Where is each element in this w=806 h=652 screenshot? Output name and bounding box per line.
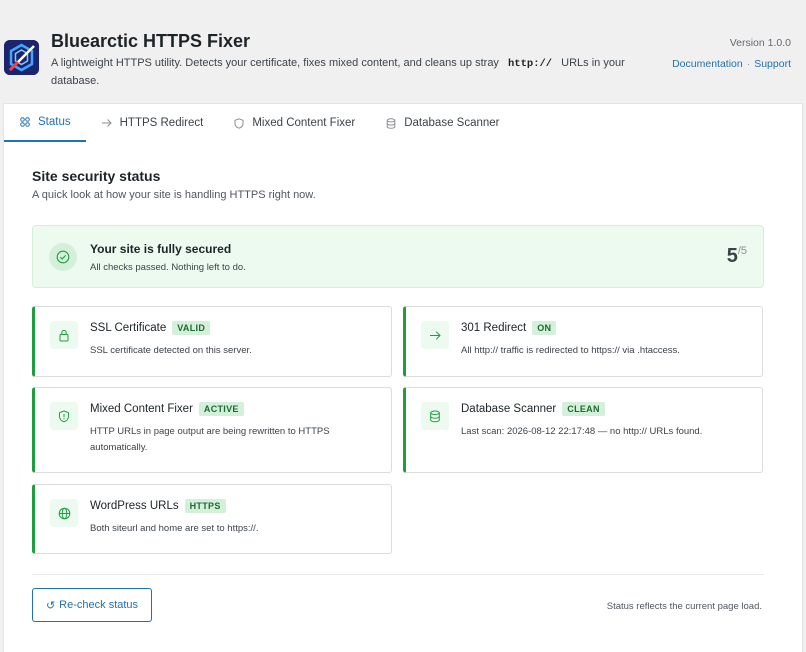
card-title: SSL Certificate VALID (90, 321, 211, 335)
status-note: Status reflects the current page load. (606, 601, 762, 612)
check-circle-icon (49, 243, 77, 271)
security-score: 5/5 (727, 245, 747, 268)
status-card-redirect: 301 Redirect ON All http:// traffic is re… (403, 306, 763, 377)
card-title-text: 301 Redirect (461, 322, 527, 334)
status-card-ssl: SSL Certificate VALID SSL certificate det… (32, 306, 392, 377)
link-separator: · (746, 58, 751, 70)
status-card-wordpress-urls: WordPress URLs HTTPS Both siteurl and hom… (32, 484, 392, 554)
recheck-status-button[interactable]: ↺ Re-check status (32, 588, 152, 622)
tab-mixed-content-fixer[interactable]: Mixed Content Fixer (218, 104, 370, 142)
tab-label: Database Scanner (404, 117, 500, 129)
banner-title: Your site is fully secured (90, 242, 232, 256)
tab-bar: Status HTTPS Redirect Mixed Content Fixe… (3, 103, 803, 143)
score-total: /5 (737, 245, 747, 257)
score-value: 5 (726, 245, 738, 267)
card-title-text: Mixed Content Fixer (90, 403, 193, 415)
card-title-text: SSL Certificate (90, 322, 167, 334)
refresh-icon: ↺ (45, 599, 56, 612)
database-icon (385, 117, 397, 129)
support-link[interactable]: Support (754, 58, 791, 70)
card-description: Last scan: 2026-08-12 22:17:48 — no http… (461, 426, 703, 437)
plugin-header: Bluearctic HTTPS Fixer A lightweight HTT… (0, 0, 806, 103)
banner-subtitle: All checks passed. Nothing left to do. (90, 262, 246, 273)
footer-divider (32, 574, 764, 575)
globe-icon (50, 499, 78, 527)
section-title: Site security status (32, 168, 161, 184)
card-description: Both siteurl and home are set to https:/… (90, 523, 259, 534)
tab-database-scanner[interactable]: Database Scanner (370, 104, 514, 142)
card-title: Mixed Content Fixer ACTIVE (90, 402, 244, 416)
card-title-text: Database Scanner (461, 403, 557, 415)
card-description: SSL certificate detected on this server. (90, 345, 252, 356)
version-label: Version 1.0.0 (729, 37, 791, 49)
arrow-right-icon (101, 117, 113, 129)
card-description: HTTP URLs in page output are being rewri… (90, 426, 330, 453)
description-text: A lightweight HTTPS utility. Detects you… (51, 57, 499, 69)
card-description: All http:// traffic is redirected to htt… (461, 345, 680, 356)
header-links: Documentation · Support (672, 58, 791, 70)
button-label: Re-check status (59, 599, 139, 611)
plugin-logo-icon (4, 40, 39, 75)
status-panel: Site security status A quick look at how… (3, 142, 803, 652)
security-summary-banner: Your site is fully secured All checks pa… (32, 225, 764, 288)
description-code: http:// (502, 58, 559, 70)
status-card-database: Database Scanner CLEAN Last scan: 2026-08… (403, 387, 763, 473)
status-badge: ACTIVE (198, 402, 244, 416)
documentation-link[interactable]: Documentation (672, 58, 743, 70)
card-title: WordPress URLs HTTPS (90, 499, 226, 513)
lock-icon (50, 321, 78, 349)
tab-label: Mixed Content Fixer (252, 117, 356, 129)
shield-icon (233, 117, 245, 129)
database-icon (421, 402, 449, 430)
shield-icon (50, 402, 78, 430)
status-badge: CLEAN (562, 402, 605, 416)
status-badge: HTTPS (184, 499, 226, 513)
status-badge: VALID (172, 321, 211, 335)
tab-label: HTTPS Redirect (119, 117, 204, 129)
status-badge: ON (532, 321, 557, 335)
tab-status[interactable]: Status (4, 104, 86, 142)
grid-icon (19, 116, 31, 128)
section-subtitle: A quick look at how your site is handlin… (32, 189, 316, 201)
card-title: Database Scanner CLEAN (461, 402, 605, 416)
status-card-mixed-content: Mixed Content Fixer ACTIVE HTTP URLs in p… (32, 387, 392, 473)
card-title: 301 Redirect ON (461, 321, 557, 335)
arrow-right-icon (421, 321, 449, 349)
card-title-text: WordPress URLs (90, 500, 179, 512)
tab-https-redirect[interactable]: HTTPS Redirect (86, 104, 219, 142)
plugin-title: Bluearctic HTTPS Fixer (51, 31, 251, 51)
plugin-description: A lightweight HTTPS utility. Detects you… (51, 55, 641, 90)
tab-label: Status (38, 116, 71, 128)
